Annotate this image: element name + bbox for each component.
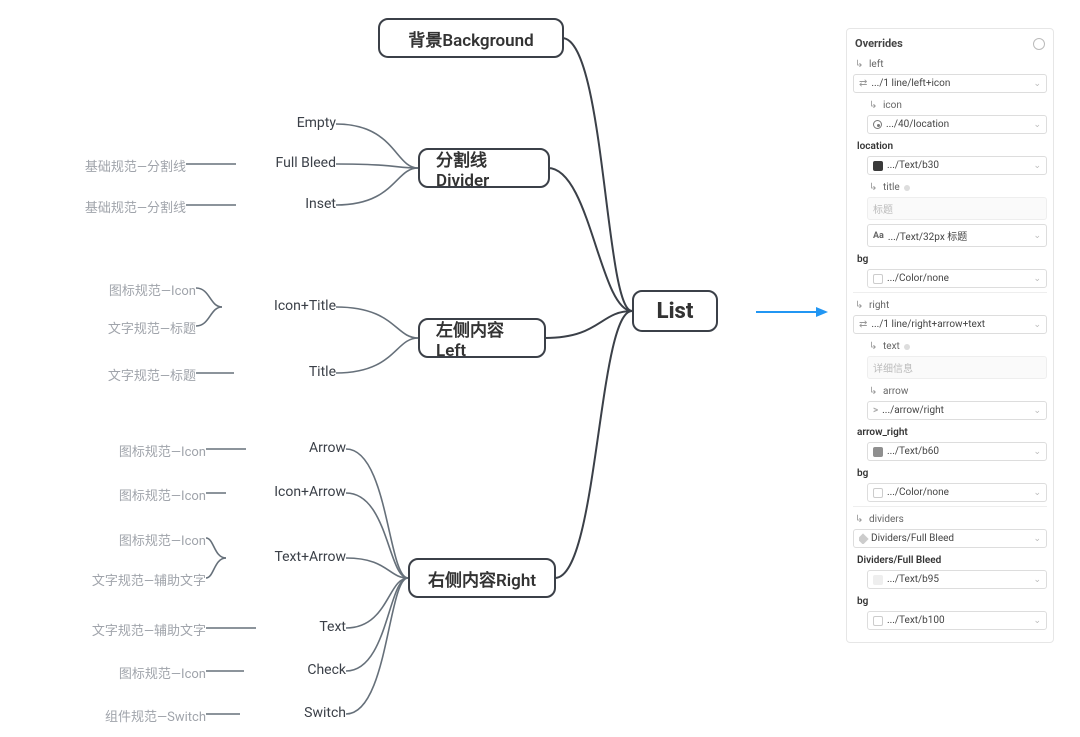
reset-overrides-icon[interactable] bbox=[1033, 38, 1045, 50]
chevron-down-icon: ⌄ bbox=[1033, 575, 1041, 585]
override-dot-icon bbox=[904, 344, 910, 350]
chevron-down-icon: ⌄ bbox=[1033, 320, 1041, 330]
prefix-icon-title-a: 图标规范—Icon bbox=[70, 280, 196, 299]
divider bbox=[853, 506, 1047, 507]
override-dot-icon bbox=[904, 185, 910, 191]
label-icon: icon bbox=[883, 100, 902, 111]
leaf-icon-arrow: Icon+Arrow bbox=[228, 484, 346, 500]
chevron-down-icon: ⌄ bbox=[1033, 231, 1041, 241]
chevron-down-icon: ⌄ bbox=[1033, 616, 1041, 626]
swatch-none-icon bbox=[873, 274, 883, 284]
dropdown-left-select[interactable]: ⇄.../1 line/left+icon ⌄ bbox=[853, 74, 1047, 93]
leaf-text-arrow: Text+Arrow bbox=[228, 549, 346, 565]
panel-title: Overrides bbox=[855, 37, 903, 50]
node-left-content[interactable]: 左侧内容Left bbox=[418, 318, 546, 358]
label-right: right bbox=[869, 300, 889, 311]
swatch-b95-icon bbox=[873, 575, 883, 585]
dropdown-bg-right[interactable]: .../Color/none ⌄ bbox=[867, 483, 1047, 502]
leaf-empty: Empty bbox=[260, 115, 336, 131]
prefix-inset: 基础规范—分割线 bbox=[60, 197, 186, 216]
prefix-switch: 组件规范—Switch bbox=[70, 706, 206, 725]
caret-icon: > bbox=[873, 405, 878, 416]
prefix-text-arrow-a: 图标规范—Icon bbox=[80, 530, 206, 549]
leaf-check: Check bbox=[246, 662, 346, 678]
label-text: text bbox=[883, 341, 900, 352]
dropdown-icon-select[interactable]: .../40/location ⌄ bbox=[867, 115, 1047, 134]
dropdown-arrow-select[interactable]: >.../arrow/right ⌄ bbox=[867, 401, 1047, 420]
swatch-none-icon bbox=[873, 488, 883, 498]
dropdown-dividers-sub[interactable]: .../Text/b95 ⌄ bbox=[867, 570, 1047, 589]
dropdown-bg-left[interactable]: .../Color/none ⌄ bbox=[867, 269, 1047, 288]
label-bg-left: bg bbox=[857, 254, 868, 265]
prefix-full-bleed: 基础规范—分割线 bbox=[60, 156, 186, 175]
dropdown-title-style[interactable]: Aa.../Text/32px 标题 ⌄ bbox=[867, 224, 1047, 247]
prefix-check: 图标规范—Icon bbox=[80, 663, 206, 682]
node-right-content[interactable]: 右侧内容Right bbox=[408, 558, 556, 598]
label-left: left bbox=[869, 59, 883, 70]
input-title-placeholder[interactable]: 标题 bbox=[867, 197, 1047, 220]
node-label: 背景Background bbox=[408, 26, 533, 51]
label-bg-dividers: bg bbox=[857, 596, 868, 607]
label-dividers-sub: Dividers/Full Bleed bbox=[857, 555, 941, 566]
swatch-b30-icon bbox=[873, 161, 883, 171]
node-background[interactable]: 背景Background bbox=[378, 18, 564, 58]
prefix-icon-title-b: 文字规范—标题 bbox=[70, 318, 196, 337]
dropdown-bg-dividers[interactable]: .../Text/b100 ⌄ bbox=[867, 611, 1047, 630]
dropdown-arrow-right[interactable]: .../Text/b60 ⌄ bbox=[867, 442, 1047, 461]
label-arrow-right: arrow_right bbox=[857, 427, 908, 438]
label-bg-right: bg bbox=[857, 468, 868, 479]
divider bbox=[853, 292, 1047, 293]
swatch-b100-icon bbox=[873, 616, 883, 626]
prefix-title: 文字规范—标题 bbox=[70, 365, 196, 384]
overrides-panel: Overrides ↳left ⇄.../1 line/left+icon ⌄ … bbox=[846, 28, 1054, 643]
node-label: List bbox=[657, 299, 694, 324]
indent-icon: ↳ bbox=[855, 59, 865, 70]
leaf-text: Text bbox=[258, 619, 346, 635]
location-pin-icon bbox=[873, 120, 882, 129]
node-label: 分割线Divider bbox=[436, 146, 532, 191]
chevron-down-icon: ⌄ bbox=[1033, 120, 1041, 130]
diagram-stage: List 背景Background 分割线Divider 左侧内容Left 右侧… bbox=[0, 0, 1080, 737]
chevron-down-icon: ⌄ bbox=[1033, 161, 1041, 171]
swap-icon: ⇄ bbox=[859, 78, 867, 89]
arrow-to-panel-icon bbox=[756, 302, 828, 322]
dropdown-right-select[interactable]: ⇄.../1 line/right+arrow+text ⌄ bbox=[853, 315, 1047, 334]
input-text-placeholder[interactable]: 详细信息 bbox=[867, 356, 1047, 379]
leaf-arrow: Arrow bbox=[248, 440, 346, 456]
node-label: 右侧内容Right bbox=[428, 566, 536, 591]
leaf-switch: Switch bbox=[242, 705, 346, 721]
label-dividers: dividers bbox=[869, 514, 904, 525]
leaf-full-bleed: Full Bleed bbox=[240, 155, 336, 171]
prefix-text-arrow-b: 文字规范—辅助文字 bbox=[40, 570, 206, 589]
leaf-inset: Inset bbox=[260, 196, 336, 212]
node-divider[interactable]: 分割线Divider bbox=[418, 148, 550, 188]
text-style-icon: Aa bbox=[873, 231, 884, 241]
label-location: location bbox=[857, 141, 893, 152]
chevron-down-icon: ⌄ bbox=[1033, 488, 1041, 498]
chevron-down-icon: ⌄ bbox=[1033, 406, 1041, 416]
leaf-icon-title: Icon+Title bbox=[222, 298, 336, 314]
leaf-title: Title bbox=[236, 364, 336, 380]
prefix-arrow: 图标规范—Icon bbox=[80, 441, 206, 460]
chevron-down-icon: ⌄ bbox=[1033, 534, 1041, 544]
dropdown-dividers-select[interactable]: Dividers/Full Bleed ⌄ bbox=[853, 529, 1047, 548]
prefix-text: 文字规范—辅助文字 bbox=[60, 620, 206, 639]
prefix-icon-arrow: 图标规范—Icon bbox=[80, 485, 206, 504]
node-label: 左侧内容Left bbox=[436, 316, 528, 361]
chevron-down-icon: ⌄ bbox=[1033, 447, 1041, 457]
swatch-b60-icon bbox=[873, 447, 883, 457]
label-title: title bbox=[883, 182, 900, 193]
chevron-down-icon: ⌄ bbox=[1033, 274, 1041, 284]
chevron-down-icon: ⌄ bbox=[1033, 79, 1041, 89]
node-list-root[interactable]: List bbox=[632, 290, 718, 332]
label-arrow: arrow bbox=[883, 386, 908, 397]
dropdown-location-select[interactable]: .../Text/b30 ⌄ bbox=[867, 156, 1047, 175]
symbol-icon bbox=[859, 533, 869, 544]
